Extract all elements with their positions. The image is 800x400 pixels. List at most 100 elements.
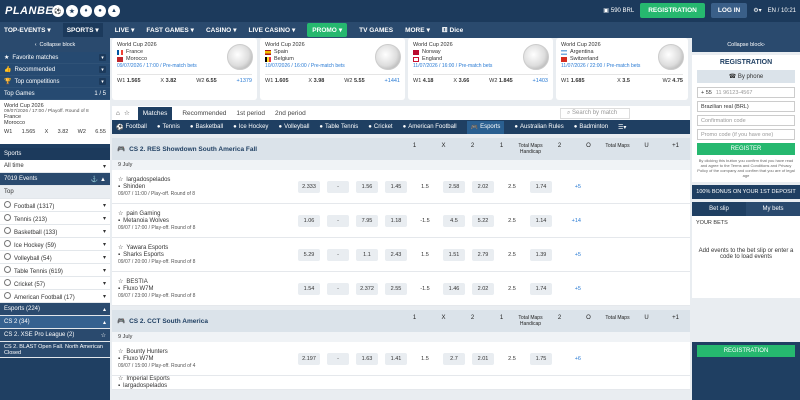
sport-tab-basketball[interactable]: ● Basketball bbox=[190, 124, 223, 130]
nav-more[interactable]: MORE ▾ bbox=[405, 26, 430, 35]
balance[interactable]: ▣ 590 BRL bbox=[603, 7, 634, 15]
odd-cell[interactable]: - bbox=[327, 248, 349, 261]
sport-tab-volleyball[interactable]: ● Volleyball bbox=[278, 124, 309, 130]
nav-dice[interactable]: ⚅ Dice bbox=[442, 26, 463, 35]
phone-input[interactable]: + 55 11 96123-4567 bbox=[697, 87, 795, 98]
sidebar-recommended[interactable]: 👍 Recommended ▾ bbox=[0, 64, 110, 76]
sidebar-top-games[interactable]: Top Games 1 / 5 bbox=[0, 88, 110, 100]
settings-icon[interactable]: ⚙▾ bbox=[753, 7, 761, 14]
collapse-block-right[interactable]: Collapse block › bbox=[692, 38, 800, 52]
sidebar-top-competitions[interactable]: 🏆 Top competitions ▾ bbox=[0, 76, 110, 88]
nav-top-events[interactable]: TOP-EVENTS ▾ bbox=[4, 26, 51, 35]
odd-cell[interactable]: 1.46 bbox=[443, 282, 465, 295]
search-input[interactable]: ⌕ Search by match bbox=[560, 107, 630, 119]
sport-tab-australian-rules[interactable]: ● Australian Rules bbox=[514, 124, 563, 130]
odd-cell[interactable]: - bbox=[327, 214, 349, 227]
odd-cell[interactable]: 1.39 bbox=[530, 248, 552, 261]
odd-cell[interactable]: 1.74 bbox=[530, 282, 552, 295]
star-icon[interactable]: ☆ bbox=[124, 109, 130, 117]
sport-esports[interactable]: Esports (224) ▴ bbox=[0, 303, 110, 316]
tab-recommended[interactable]: Recommended bbox=[182, 110, 226, 117]
currency-select[interactable]: Brazilian real (BRL) bbox=[697, 101, 795, 112]
match-row[interactable]: ☆ Yawara Esports ▪ Sharks Esports 09/07 / 20… bbox=[112, 238, 690, 272]
sport-ice-hockey[interactable]: Ice Hockey (59) ▾ bbox=[0, 238, 110, 251]
sport-tab-cricket[interactable]: ● Cricket bbox=[368, 124, 392, 130]
odd-cell[interactable]: 2.43 bbox=[385, 248, 407, 261]
top-game-card[interactable]: World Cup 2026 09/07/2026 / 17:00 / Play… bbox=[0, 100, 110, 144]
login-button[interactable]: LOG IN bbox=[710, 3, 748, 18]
badge-icon[interactable]: ★ bbox=[66, 5, 78, 17]
language-time[interactable]: EN / 10:21 bbox=[768, 8, 796, 14]
tab-matches[interactable]: Matches bbox=[137, 106, 173, 120]
odd-cell[interactable]: - bbox=[327, 282, 349, 295]
sport-tennis[interactable]: Tennis (213) ▾ bbox=[0, 212, 110, 225]
badge-icon[interactable]: ⚽ bbox=[52, 5, 64, 17]
home-icon[interactable]: ⌂ bbox=[116, 110, 120, 117]
league-cs2-xse[interactable]: CS 2. XSE Pro League (2) ☆ bbox=[0, 329, 110, 342]
odd-cell[interactable]: 2.01 bbox=[472, 352, 494, 365]
odd-cell[interactable]: 4.5 bbox=[443, 214, 465, 227]
badge-icon[interactable]: ▲ bbox=[108, 5, 120, 17]
tab-2nd-period[interactable]: 2nd period bbox=[275, 110, 306, 117]
odd-cell[interactable]: 2.333 bbox=[298, 180, 320, 193]
odd-cell[interactable]: 1.45 bbox=[385, 180, 407, 193]
odd-cell[interactable]: 7.95 bbox=[356, 214, 378, 227]
badge-icon[interactable]: ● bbox=[94, 5, 106, 17]
odd-cell[interactable]: 1.54 bbox=[298, 282, 320, 295]
nav-sports[interactable]: SPORTS ▾ bbox=[62, 23, 103, 37]
odd-cell[interactable]: 2.55 bbox=[385, 282, 407, 295]
odd-cell[interactable]: 1.75 bbox=[530, 352, 552, 365]
odd-cell[interactable]: 1.74 bbox=[530, 180, 552, 193]
collapse-block-left[interactable]: ‹ Collapse block bbox=[0, 38, 110, 52]
promo-input[interactable]: Promo code (if you have one) bbox=[697, 129, 795, 140]
featured-card[interactable]: World Cup 2026 Argentina Switzerland 11/… bbox=[556, 38, 688, 100]
nav-casino[interactable]: CASINO ▾ bbox=[206, 26, 237, 35]
odd-cell[interactable]: 2.79 bbox=[472, 248, 494, 261]
sport-cricket[interactable]: Cricket (57) ▾ bbox=[0, 277, 110, 290]
featured-card[interactable]: World Cup 2026 Norway England 11/07/2026… bbox=[408, 38, 553, 100]
match-row[interactable]: ☆ largadospelados ▪ Shinden 09/07 / 11:00 / … bbox=[112, 170, 690, 204]
odd-cell[interactable]: - bbox=[327, 180, 349, 193]
nav-live-casino[interactable]: LIVE CASINO ▾ bbox=[248, 26, 295, 35]
nav-promo[interactable]: PROMO ▾ bbox=[307, 23, 348, 37]
league-cs2[interactable]: CS 2 (34) ▴ bbox=[0, 316, 110, 329]
sport-tab-football[interactable]: ⚽ Football bbox=[116, 124, 147, 131]
brand-logo[interactable]: PLANBET bbox=[0, 0, 60, 22]
sport-tab-american-football[interactable]: ● American Football bbox=[403, 124, 457, 130]
odd-cell[interactable]: 2.197 bbox=[298, 352, 320, 365]
league-cs2-blast[interactable]: CS 2. BLAST Open Fall. North American Cl… bbox=[0, 342, 110, 358]
more-bets-link[interactable]: +14 bbox=[565, 218, 581, 224]
odd-cell[interactable]: 2.58 bbox=[443, 180, 465, 193]
match-row[interactable]: ☆ Imperial Esports ▪ largadospelados bbox=[112, 376, 690, 390]
badge-icon[interactable]: ♦ bbox=[80, 5, 92, 17]
league-header[interactable]: 🎮 CS 2. CCT South America 1 X 2 1 Total Maps… bbox=[112, 310, 690, 332]
sport-football[interactable]: Football (1317) ▾ bbox=[0, 199, 110, 212]
sport-volleyball[interactable]: Volleyball (54) ▾ bbox=[0, 251, 110, 264]
more-bets-link[interactable]: +5 bbox=[565, 184, 581, 190]
sport-tab-tennis[interactable]: ● Tennis bbox=[157, 124, 180, 130]
nav-fast-games[interactable]: FAST GAMES ▾ bbox=[146, 26, 194, 35]
odd-cell[interactable]: 1.14 bbox=[530, 214, 552, 227]
more-bets-link[interactable]: +5 bbox=[565, 252, 581, 258]
tab-bet-slip[interactable]: Bet slip bbox=[692, 202, 746, 216]
match-row[interactable]: ☆ Bounty Hunters ▪ Fluxo W7M 09/07 / 15:00 /… bbox=[112, 342, 690, 376]
odd-cell[interactable]: 1.1 bbox=[356, 248, 378, 261]
featured-card[interactable]: World Cup 2026 Spain Belgium 10/07/2026 … bbox=[260, 38, 405, 100]
odd-cell[interactable]: 2.372 bbox=[356, 282, 378, 295]
nav-live[interactable]: LIVE ▾ bbox=[115, 26, 135, 35]
sport-tab-esports[interactable]: 🎮 Esports bbox=[466, 120, 505, 134]
match-row[interactable]: ☆ BESTIA ▪ Fluxo W7M 09/07 / 23:00 / Play-of… bbox=[112, 272, 690, 306]
league-header[interactable]: 🎮 CS 2. RES Showdown South America Fall … bbox=[112, 138, 690, 160]
sidebar-favorites[interactable]: ★ Favorite matches ▾ bbox=[0, 52, 110, 64]
all-time-filter[interactable]: All time ▾ bbox=[0, 160, 110, 173]
sport-tab-ice-hockey[interactable]: ● Ice Hockey bbox=[233, 124, 268, 130]
confirmation-input[interactable]: Confirmation code bbox=[697, 115, 795, 126]
sport-basketball[interactable]: Basketball (133) ▾ bbox=[0, 225, 110, 238]
odd-cell[interactable]: 1.06 bbox=[298, 214, 320, 227]
odd-cell[interactable]: 1.51 bbox=[443, 248, 465, 261]
odd-cell[interactable]: 5.22 bbox=[472, 214, 494, 227]
nav-tv-games[interactable]: TV GAMES bbox=[359, 27, 393, 34]
odd-cell[interactable]: 1.41 bbox=[385, 352, 407, 365]
register-button[interactable]: REGISTER bbox=[697, 143, 795, 155]
odd-cell[interactable]: 2.02 bbox=[472, 180, 494, 193]
